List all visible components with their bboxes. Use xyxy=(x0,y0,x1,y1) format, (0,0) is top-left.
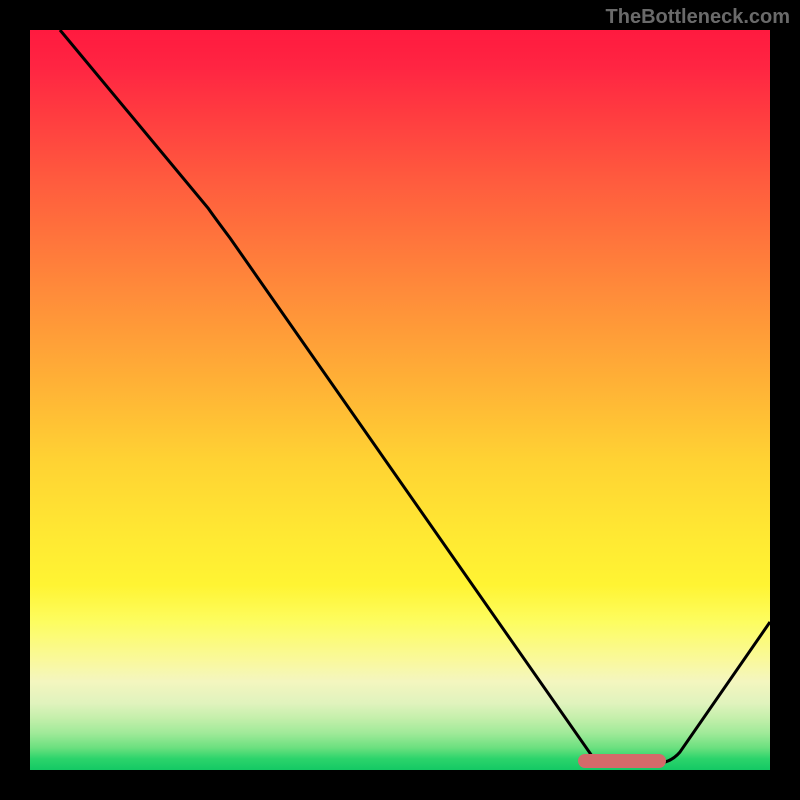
bottleneck-curve xyxy=(60,30,770,764)
bottleneck-curve-svg xyxy=(30,30,770,770)
attribution-text: TheBottleneck.com xyxy=(606,6,790,29)
plot-area xyxy=(30,30,770,770)
chart-container: TheBottleneck.com xyxy=(0,0,800,800)
optimal-range-marker xyxy=(578,754,666,768)
